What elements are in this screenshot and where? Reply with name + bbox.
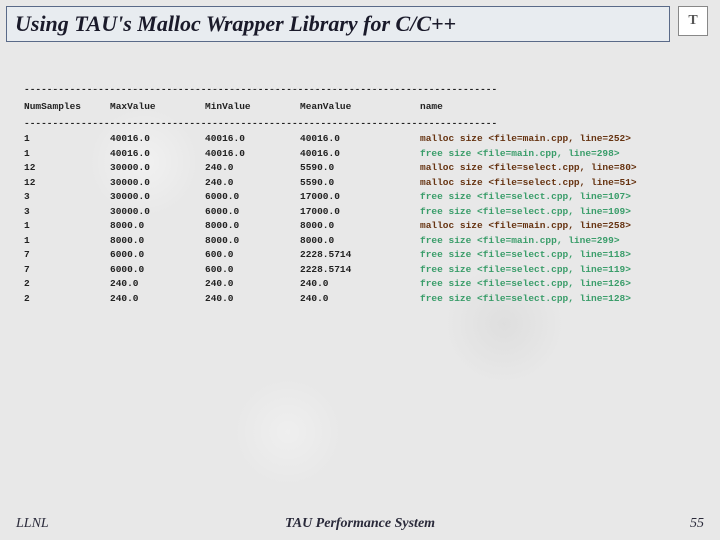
cell-minvalue: 240.0 <box>205 177 300 188</box>
footer-right: 55 <box>690 516 704 532</box>
table-row: 2240.0240.0240.0free size <file=select.c… <box>24 278 696 289</box>
table-row: 140016.040016.040016.0malloc size <file=… <box>24 133 696 144</box>
table-row: 18000.08000.08000.0malloc size <file=mai… <box>24 220 696 231</box>
cell-meanvalue: 5590.0 <box>300 162 420 173</box>
cell-meanvalue: 5590.0 <box>300 177 420 188</box>
data-table: ----------------------------------------… <box>24 80 696 307</box>
cell-numsamples: 2 <box>24 293 110 304</box>
table-header: NumSamples MaxValue MinValue MeanValue n… <box>24 101 696 112</box>
cell-name: free size <file=select.cpp, line=128> <box>420 293 696 304</box>
cell-numsamples: 3 <box>24 206 110 217</box>
cell-name: free size <file=main.cpp, line=298> <box>420 148 696 159</box>
cell-numsamples: 1 <box>24 133 110 144</box>
cell-meanvalue: 40016.0 <box>300 133 420 144</box>
cell-maxvalue: 30000.0 <box>110 162 205 173</box>
cell-maxvalue: 30000.0 <box>110 206 205 217</box>
cell-minvalue: 6000.0 <box>205 206 300 217</box>
cell-minvalue: 600.0 <box>205 249 300 260</box>
cell-minvalue: 240.0 <box>205 278 300 289</box>
cell-meanvalue: 240.0 <box>300 293 420 304</box>
cell-minvalue: 8000.0 <box>205 220 300 231</box>
table-row: 330000.06000.017000.0free size <file=sel… <box>24 206 696 217</box>
cell-name: malloc size <file=main.cpp, line=252> <box>420 133 696 144</box>
col-header-name: name <box>420 101 696 112</box>
page-title: Using TAU's Malloc Wrapper Library for C… <box>15 11 456 37</box>
cell-name: free size <file=select.cpp, line=107> <box>420 191 696 202</box>
cell-numsamples: 12 <box>24 177 110 188</box>
tau-logo: T <box>678 6 708 36</box>
table-row: 2240.0240.0240.0free size <file=select.c… <box>24 293 696 304</box>
divider-mid: ----------------------------------------… <box>24 118 696 129</box>
table-row: 330000.06000.017000.0free size <file=sel… <box>24 191 696 202</box>
cell-minvalue: 40016.0 <box>205 148 300 159</box>
table-row: 1230000.0240.05590.0malloc size <file=se… <box>24 177 696 188</box>
cell-name: free size <file=select.cpp, line=109> <box>420 206 696 217</box>
cell-minvalue: 240.0 <box>205 162 300 173</box>
cell-minvalue: 8000.0 <box>205 235 300 246</box>
col-header-meanvalue: MeanValue <box>300 101 420 112</box>
cell-minvalue: 6000.0 <box>205 191 300 202</box>
footer-left: LLNL <box>16 516 49 532</box>
cell-name: malloc size <file=select.cpp, line=51> <box>420 177 696 188</box>
cell-maxvalue: 40016.0 <box>110 133 205 144</box>
cell-maxvalue: 240.0 <box>110 278 205 289</box>
cell-maxvalue: 30000.0 <box>110 191 205 202</box>
cell-numsamples: 7 <box>24 264 110 275</box>
cell-meanvalue: 8000.0 <box>300 235 420 246</box>
cell-numsamples: 1 <box>24 235 110 246</box>
cell-maxvalue: 8000.0 <box>110 235 205 246</box>
cell-name: free size <file=main.cpp, line=299> <box>420 235 696 246</box>
cell-numsamples: 1 <box>24 148 110 159</box>
cell-name: free size <file=select.cpp, line=118> <box>420 249 696 260</box>
cell-numsamples: 3 <box>24 191 110 202</box>
cell-minvalue: 40016.0 <box>205 133 300 144</box>
cell-meanvalue: 240.0 <box>300 278 420 289</box>
table-row: 140016.040016.040016.0free size <file=ma… <box>24 148 696 159</box>
cell-maxvalue: 40016.0 <box>110 148 205 159</box>
col-header-maxvalue: MaxValue <box>110 101 205 112</box>
cell-numsamples: 2 <box>24 278 110 289</box>
footer: LLNL TAU Performance System 55 <box>0 516 720 532</box>
cell-maxvalue: 6000.0 <box>110 264 205 275</box>
cell-meanvalue: 17000.0 <box>300 191 420 202</box>
cell-numsamples: 7 <box>24 249 110 260</box>
cell-maxvalue: 30000.0 <box>110 177 205 188</box>
table-row: 1230000.0240.05590.0malloc size <file=se… <box>24 162 696 173</box>
cell-name: malloc size <file=main.cpp, line=258> <box>420 220 696 231</box>
title-bar: Using TAU's Malloc Wrapper Library for C… <box>6 6 670 42</box>
cell-meanvalue: 8000.0 <box>300 220 420 231</box>
col-header-numsamples: NumSamples <box>24 101 110 112</box>
table-body: 140016.040016.040016.0malloc size <file=… <box>24 133 696 304</box>
cell-meanvalue: 17000.0 <box>300 206 420 217</box>
col-header-minvalue: MinValue <box>205 101 300 112</box>
cell-meanvalue: 2228.5714 <box>300 264 420 275</box>
divider-top: ----------------------------------------… <box>24 84 696 95</box>
tau-logo-letter: T <box>688 13 697 29</box>
cell-maxvalue: 6000.0 <box>110 249 205 260</box>
cell-maxvalue: 8000.0 <box>110 220 205 231</box>
cell-name: free size <file=select.cpp, line=126> <box>420 278 696 289</box>
table-row: 18000.08000.08000.0free size <file=main.… <box>24 235 696 246</box>
cell-meanvalue: 2228.5714 <box>300 249 420 260</box>
cell-minvalue: 240.0 <box>205 293 300 304</box>
cell-numsamples: 1 <box>24 220 110 231</box>
cell-name: malloc size <file=select.cpp, line=80> <box>420 162 696 173</box>
cell-numsamples: 12 <box>24 162 110 173</box>
cell-minvalue: 600.0 <box>205 264 300 275</box>
cell-name: free size <file=select.cpp, line=119> <box>420 264 696 275</box>
cell-maxvalue: 240.0 <box>110 293 205 304</box>
table-row: 76000.0600.02228.5714free size <file=sel… <box>24 264 696 275</box>
footer-center: TAU Performance System <box>285 516 435 532</box>
cell-meanvalue: 40016.0 <box>300 148 420 159</box>
table-row: 76000.0600.02228.5714free size <file=sel… <box>24 249 696 260</box>
